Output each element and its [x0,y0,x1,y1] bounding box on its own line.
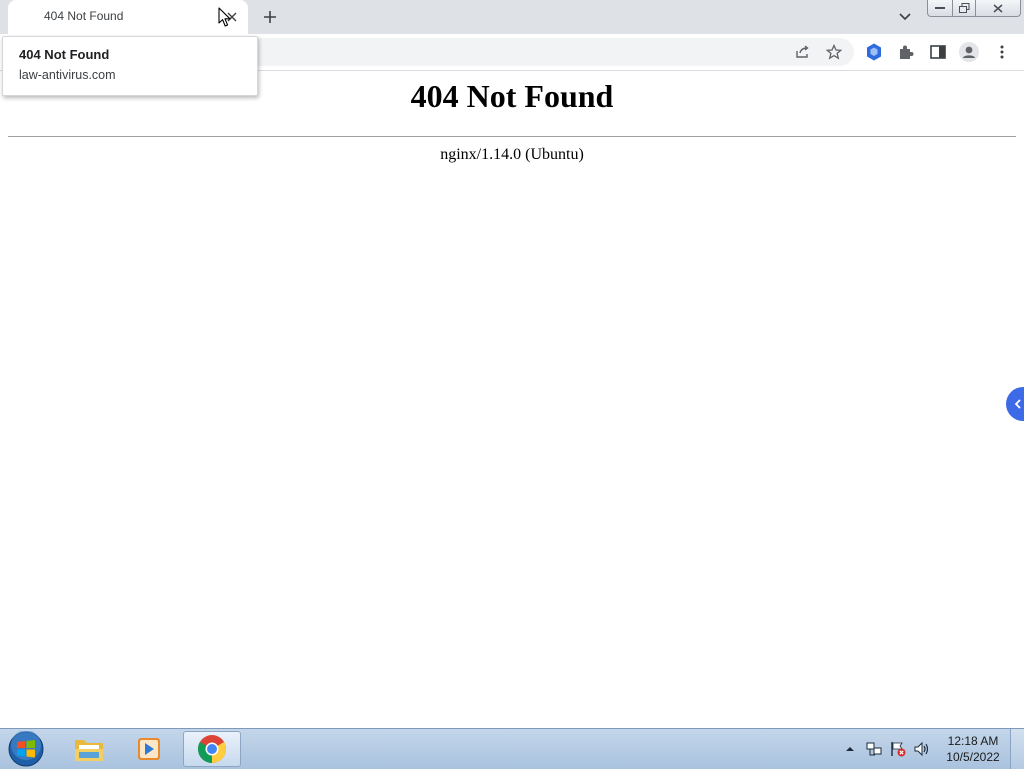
restore-button[interactable] [953,0,976,17]
start-button[interactable] [6,730,46,767]
close-window-button[interactable] [976,0,1021,17]
side-expand-tab[interactable] [1006,387,1024,421]
mouse-pointer-icon [218,7,231,27]
network-icon[interactable] [866,741,882,757]
tab-hover-card: 404 Not Found law-antivirus.com [2,36,258,96]
taskbar-media-player[interactable] [120,731,178,767]
side-panel-icon[interactable] [928,42,948,62]
chevron-left-icon [1014,399,1021,409]
browser-menu-icon[interactable] [992,42,1012,62]
tab-title: 404 Not Found [44,9,124,23]
windows-logo-icon [8,730,44,767]
system-clock[interactable]: 12:18 AM 10/5/2022 [940,733,1006,765]
tab-strip: 404 Not Found [0,0,1024,34]
show-desktop-button[interactable] [1010,729,1024,769]
extensions-puzzle-icon[interactable] [896,42,916,62]
window-controls [927,0,1021,18]
tab-search-chevron-icon[interactable] [894,6,916,28]
clock-time: 12:18 AM [947,734,999,748]
media-player-icon [138,738,160,760]
bookmark-star-icon[interactable] [824,42,844,62]
hover-card-domain: law-antivirus.com [19,68,116,82]
folder-icon [75,740,103,761]
taskbar: 12:18 AM 10/5/2022 [0,728,1024,769]
taskbar-windows-explorer[interactable] [60,731,118,767]
minimize-button[interactable] [927,0,953,17]
new-tab-button[interactable] [258,6,282,28]
action-center-flag-icon[interactable] [890,741,906,757]
chrome-icon [198,735,226,763]
chevron-up-icon [846,747,854,751]
hover-card-title: 404 Not Found [19,47,110,62]
extension-hexagon-icon[interactable] [864,42,884,62]
browser-tab[interactable]: 404 Not Found [8,0,248,34]
volume-icon[interactable] [914,741,930,757]
share-icon[interactable] [792,42,812,62]
clock-date: 10/5/2022 [946,750,1000,764]
horizontal-rule [8,136,1016,137]
show-hidden-icons-button[interactable] [842,741,858,757]
profile-avatar-icon[interactable] [959,42,979,62]
server-signature: nginx/1.14.0 (Ubuntu) [440,146,584,163]
taskbar-chrome[interactable] [183,731,241,767]
